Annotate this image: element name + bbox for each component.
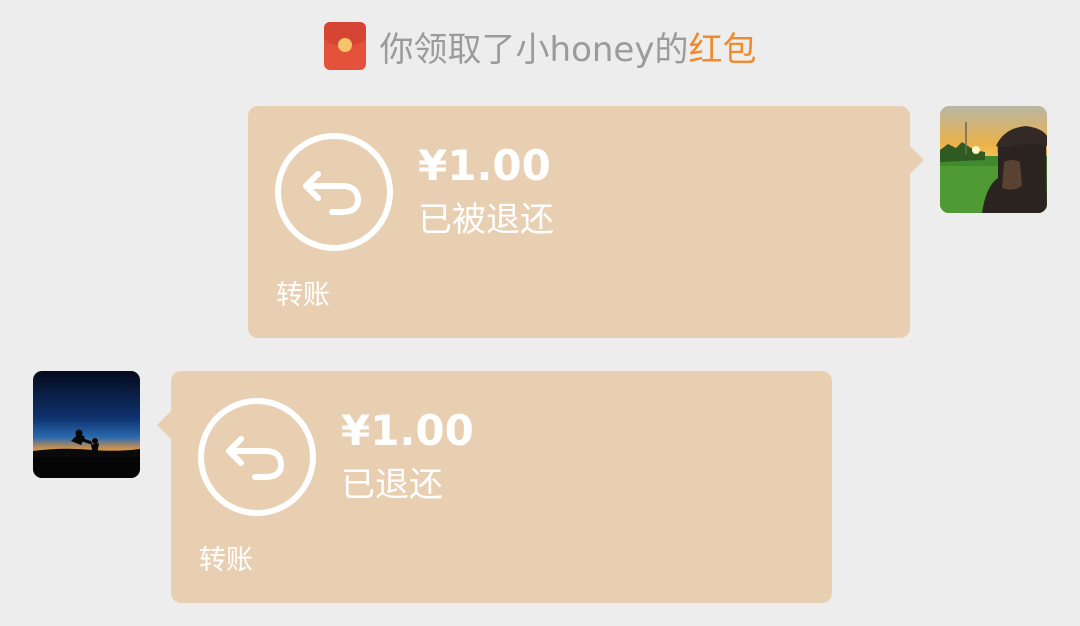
contact-avatar[interactable]	[33, 371, 140, 478]
notice-text: 你领取了小honey的	[379, 29, 689, 70]
transfer-type-label: 转账	[276, 280, 330, 311]
transfer-amount: ¥1.00	[418, 141, 551, 190]
dusk-silhouette-avatar	[33, 371, 140, 478]
transfer-bubble[interactable]: ¥1.00 已被退还 转账	[248, 106, 924, 338]
self-avatar[interactable]	[940, 106, 1047, 213]
red-packet-notice: 你领取了小honey的 红包	[0, 20, 1080, 72]
return-arrow-icon	[197, 397, 317, 517]
transfer-type-label: 转账	[199, 545, 253, 576]
transfer-amount: ¥1.00	[341, 406, 474, 455]
red-packet-link[interactable]: 红包	[688, 22, 756, 71]
transfer-status: 已被退还	[418, 200, 554, 240]
sunset-field-avatar	[940, 106, 1047, 213]
transfer-bubble[interactable]: ¥1.00 已退还 转账	[157, 371, 832, 603]
transfer-status: 已退还	[341, 465, 443, 505]
red-envelope-icon	[323, 22, 366, 70]
return-arrow-icon	[274, 132, 394, 252]
